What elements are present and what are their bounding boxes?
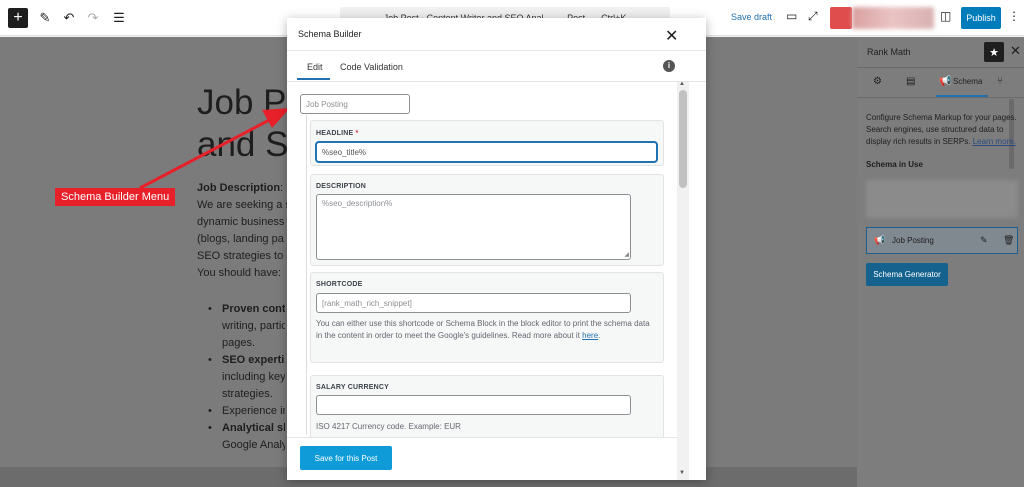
tab-code-validation[interactable]: Code Validation bbox=[340, 62, 403, 72]
save-draft-button[interactable]: Save draft bbox=[731, 12, 772, 22]
shortcode-label: SHORTCODE bbox=[316, 281, 363, 288]
list-item-bold: Proven conte bbox=[222, 303, 285, 315]
list-item-bold: Analytical sk bbox=[222, 422, 285, 434]
required-marker: * bbox=[355, 130, 359, 137]
body-bold: Job Description bbox=[197, 182, 281, 194]
rank-math-score-badge[interactable] bbox=[830, 7, 852, 29]
here-link[interactable]: here bbox=[582, 331, 598, 340]
list-item: Proven conte bbox=[205, 301, 285, 318]
scroll-thumb[interactable] bbox=[679, 90, 687, 188]
list-item-cont: strategies. bbox=[222, 388, 273, 400]
salary-currency-help: ISO 4217 Currency code. Example: EUR bbox=[316, 422, 461, 431]
list-item-cont: writing, partic bbox=[222, 320, 285, 332]
body-line: Job Description: bbox=[197, 180, 287, 197]
save-for-post-button[interactable]: Save for this Post bbox=[300, 446, 392, 470]
headline-input[interactable]: %seo_title% bbox=[316, 142, 657, 162]
info-icon[interactable]: i bbox=[663, 60, 675, 72]
modal-scrollbar[interactable]: ▲ ▼ bbox=[677, 81, 689, 480]
headline-label-text: HEADLINE bbox=[316, 130, 354, 137]
headline-label: HEADLINE * bbox=[316, 130, 358, 137]
document-overview-icon[interactable]: ☰ bbox=[108, 6, 130, 30]
tab-schema[interactable]: Schema bbox=[953, 77, 982, 86]
megaphone-icon[interactable]: 📢 bbox=[939, 76, 951, 87]
list-item: Experience in bbox=[205, 403, 285, 420]
description-value: %seo_description% bbox=[322, 199, 393, 208]
modal-footer: Save for this Post bbox=[287, 437, 677, 480]
shortcode-group: SHORTCODE [rank_math_rich_snippet] You c… bbox=[310, 272, 664, 363]
job-posting-schema-item[interactable]: 📢 Job Posting ✎ 🗑 bbox=[866, 227, 1018, 254]
body-line: dynamic business bbox=[197, 216, 285, 228]
resize-handle-icon[interactable]: ◢ bbox=[624, 251, 629, 258]
close-sidebar-icon[interactable]: ✕ bbox=[1010, 43, 1021, 59]
sidebar-title: Rank Math bbox=[867, 47, 911, 57]
sidebar-tabs: ⚙ ▤ 📢 Schema ⑂ bbox=[857, 68, 1024, 98]
schema-in-use-heading: Schema in Use bbox=[866, 160, 923, 169]
preview-icon[interactable]: ▭ bbox=[786, 9, 797, 23]
trash-icon[interactable]: 🗑 bbox=[1003, 235, 1014, 246]
publish-button[interactable]: Publish bbox=[961, 7, 1001, 29]
more-options-icon[interactable]: ⋮ bbox=[1008, 9, 1020, 23]
shortcode-input[interactable]: [rank_math_rich_snippet] bbox=[316, 293, 631, 313]
headline-group: HEADLINE * %seo_title% bbox=[310, 120, 664, 166]
job-posting-label: Job Posting bbox=[892, 236, 934, 245]
list-item-cont: Google Analy bbox=[222, 439, 285, 451]
post-bullet-list: Proven conte writing, partic pages. SEO … bbox=[205, 301, 285, 454]
star-icon[interactable]: ★ bbox=[984, 42, 1004, 62]
body-line: We are seeking a s bbox=[197, 199, 287, 211]
schema-generator-button[interactable]: Schema Generator bbox=[866, 263, 948, 286]
sidebar-header: Rank Math ★ ✕ bbox=[857, 37, 1024, 68]
active-tab-indicator bbox=[936, 95, 988, 97]
schema-name-input[interactable]: Job Posting bbox=[300, 94, 410, 114]
expand-icon[interactable]: ⤢ bbox=[808, 9, 818, 24]
blurred-toolbar-area bbox=[852, 7, 934, 29]
description-group: DESCRIPTION %seo_description% ◢ bbox=[310, 174, 664, 266]
list-item: SEO expertis bbox=[205, 352, 285, 369]
list-item-bold: SEO expertis bbox=[222, 354, 285, 366]
schema-description: Configure Schema Markup for your pages. … bbox=[866, 112, 1020, 148]
scroll-down-icon[interactable]: ▼ bbox=[679, 470, 685, 476]
rank-math-sidebar: Rank Math ★ ✕ ⚙ ▤ 📢 Schema ⑂ Configure S… bbox=[857, 37, 1024, 487]
edit-icon[interactable]: ✎ bbox=[980, 235, 988, 246]
modal-body: Job Posting HEADLINE * %seo_title% DESCR… bbox=[287, 82, 677, 437]
modal-header: Schema Builder ✕ bbox=[287, 18, 706, 51]
shortcode-help: You can either use this shortcode or Sch… bbox=[316, 318, 656, 342]
toolbox-icon[interactable]: ▤ bbox=[906, 76, 915, 87]
help-period: . bbox=[598, 331, 601, 340]
tab-edit[interactable]: Edit bbox=[307, 62, 323, 72]
scroll-up-icon[interactable]: ▲ bbox=[679, 81, 685, 87]
list-item-cont: pages. bbox=[222, 337, 256, 349]
modal-title: Schema Builder bbox=[298, 29, 362, 39]
modal-tabs: Edit Code Validation bbox=[287, 51, 706, 82]
blurred-schema-area bbox=[866, 180, 1018, 218]
gear-icon[interactable]: ⚙ bbox=[873, 76, 882, 87]
list-item-cont: including key bbox=[222, 371, 285, 383]
share-icon[interactable]: ⑂ bbox=[997, 76, 1003, 87]
body-line: (blogs, landing pa bbox=[197, 233, 284, 245]
post-body: Job Description: We are seeking a s dyna… bbox=[197, 180, 287, 282]
description-label: DESCRIPTION bbox=[316, 183, 367, 190]
settings-panel-icon[interactable]: ◫ bbox=[940, 9, 951, 23]
salary-currency-label: SALARY CURRENCY bbox=[316, 384, 390, 391]
body-text: : bbox=[280, 182, 284, 194]
learn-more-link[interactable]: Learn more. bbox=[973, 137, 1016, 146]
schema-builder-modal: Schema Builder ✕ Edit Code Validation i … bbox=[287, 18, 706, 480]
salary-currency-input[interactable] bbox=[316, 395, 631, 415]
undo-icon[interactable]: ↶ bbox=[58, 6, 80, 30]
salary-currency-group: SALARY CURRENCY ISO 4217 Currency code. … bbox=[310, 375, 664, 437]
body-line: SEO strategies to bbox=[197, 250, 284, 262]
pen-icon[interactable]: ✎ bbox=[34, 6, 56, 30]
tree-line bbox=[306, 115, 307, 435]
close-icon[interactable]: ✕ bbox=[665, 26, 678, 46]
annotation-label: Schema Builder Menu bbox=[55, 188, 176, 206]
redo-icon[interactable]: ↷ bbox=[82, 6, 104, 30]
add-block-button[interactable]: + bbox=[8, 8, 28, 28]
megaphone-icon: 📢 bbox=[874, 235, 886, 245]
description-textarea[interactable]: %seo_description% ◢ bbox=[316, 194, 631, 260]
list-item: Analytical sk bbox=[205, 420, 285, 437]
body-line: You should have: bbox=[197, 267, 281, 279]
active-tab-indicator bbox=[297, 78, 330, 80]
